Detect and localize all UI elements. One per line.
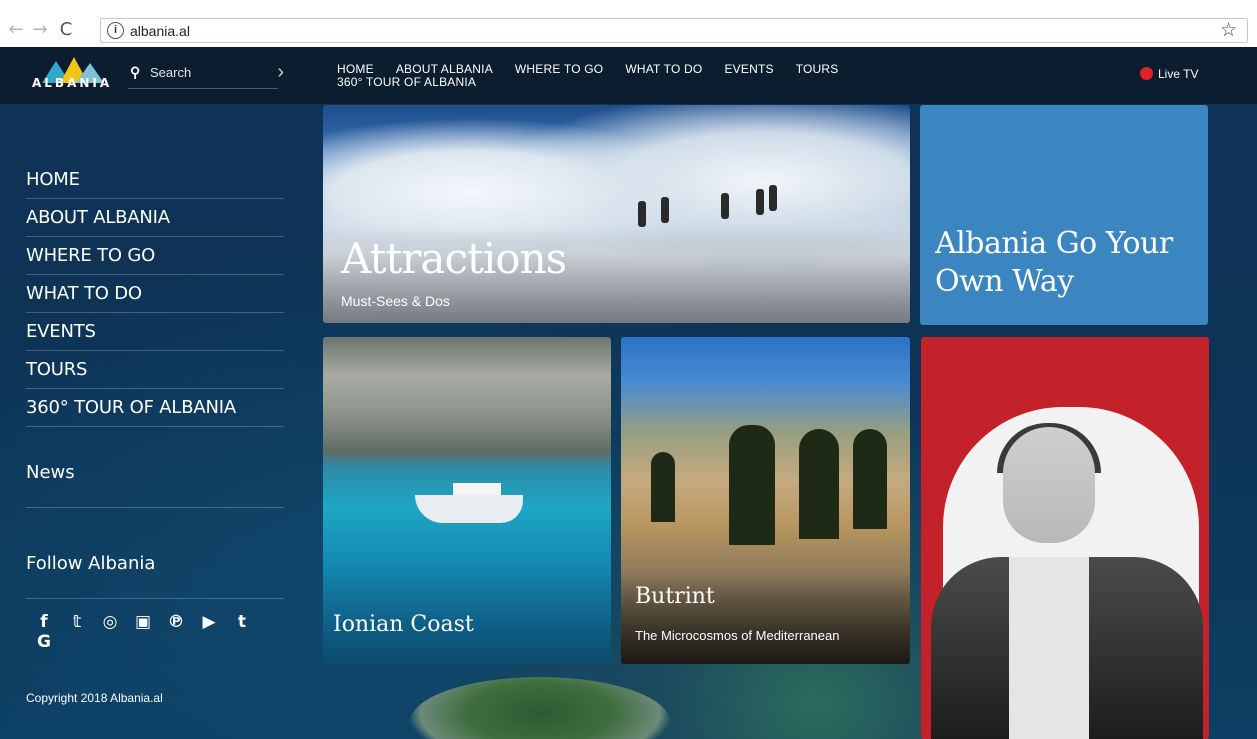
pinterest-icon[interactable]: ℗ <box>164 612 188 632</box>
copyright-text: Copyright 2018 Albania.al <box>26 691 163 705</box>
follow-heading: Follow Albania <box>26 553 284 599</box>
search-input[interactable]: ⚲ Search › <box>128 61 284 89</box>
albania-logo[interactable]: ALBANIA <box>32 57 124 95</box>
ruin-arch <box>799 429 839 539</box>
attractions-subtitle: Must-Sees & Dos <box>341 293 450 309</box>
browser-toolbar: ← → C i albania.al ☆ <box>0 14 1257 47</box>
topnav-what[interactable]: WHAT TO DO <box>625 62 702 76</box>
attractions-title: Attractions <box>341 234 567 283</box>
page-content: ALBANIA ⚲ Search › HOME ABOUT ALBANIA WHER… <box>0 47 1257 739</box>
attractions-tile[interactable]: Attractions Must-Sees & Dos <box>323 105 910 323</box>
live-dot-icon <box>1140 67 1153 80</box>
facebook-icon[interactable]: f <box>32 612 56 632</box>
topnav-events[interactable]: EVENTS <box>724 62 773 76</box>
portrait-face <box>1003 427 1095 543</box>
ionian-coast-title: Ionian Coast <box>333 612 474 637</box>
climber-figure <box>661 197 669 223</box>
topnav-360-tour[interactable]: 360° TOUR OF ALBANIA <box>337 76 476 89</box>
bookmark-star-icon[interactable]: ☆ <box>1220 19 1237 43</box>
sidebar-item-events[interactable]: EVENTS <box>26 313 284 351</box>
sidebar-item-about[interactable]: ABOUT ALBANIA <box>26 199 284 237</box>
climber-figure <box>756 189 764 215</box>
live-tv-link[interactable]: Live TV <box>1140 67 1198 81</box>
butrint-subtitle: The Microcosmos of Mediterranean <box>635 628 840 643</box>
news-link[interactable]: News <box>26 462 284 508</box>
ruin-arch <box>853 429 887 529</box>
browser-topline <box>0 0 1257 8</box>
topnav-about[interactable]: ABOUT ALBANIA <box>396 62 493 76</box>
url-text[interactable]: albania.al <box>130 23 190 39</box>
info-icon[interactable]: i <box>107 22 124 39</box>
ruin-arch <box>729 425 775 545</box>
sidebar-item-home[interactable]: HOME <box>26 161 284 199</box>
address-bar[interactable]: i albania.al ☆ <box>100 18 1248 43</box>
climber-figure <box>721 193 729 219</box>
ruin-arch <box>651 452 675 522</box>
logo-text: ALBANIA <box>32 76 113 90</box>
butrint-tile[interactable]: Butrint The Microcosmos of Mediterranean <box>621 337 910 664</box>
search-label: Search <box>150 65 192 80</box>
live-tv-label: Live TV <box>1158 67 1199 81</box>
top-nav: HOME ABOUT ALBANIA WHERE TO GO WHAT TO DO EV… <box>337 62 897 89</box>
ionian-coast-tile[interactable]: Ionian Coast <box>323 337 611 664</box>
portrait-tile[interactable] <box>921 337 1209 739</box>
topnav-where[interactable]: WHERE TO GO <box>515 62 603 76</box>
sidebar-item-360-tour[interactable]: 360° TOUR OF ALBANIA <box>26 389 284 427</box>
twitter-icon[interactable]: 𝕥 <box>65 612 89 632</box>
reload-button[interactable]: C <box>56 16 76 44</box>
top-bar: ALBANIA ⚲ Search › HOME ABOUT ALBANIA WHER… <box>0 47 1257 104</box>
butrint-title: Butrint <box>635 584 715 609</box>
climber-figure <box>638 201 646 227</box>
search-arrow-icon[interactable]: › <box>277 61 284 84</box>
promo-title: Albania Go Your Own Way <box>935 226 1173 299</box>
portrait-shirt <box>1009 557 1089 739</box>
climber-figure <box>769 185 777 211</box>
browser-chrome: ← → C i albania.al ☆ <box>0 0 1257 47</box>
topnav-home[interactable]: HOME <box>337 62 374 76</box>
tumblr-icon[interactable]: t <box>230 612 254 632</box>
boat-hull <box>415 495 523 523</box>
instagram-icon[interactable]: ◎ <box>98 612 122 632</box>
island-decor <box>410 677 670 739</box>
youtube-icon[interactable]: ▶ <box>197 612 221 632</box>
google-icon[interactable]: G <box>32 632 56 652</box>
sidebar-item-what[interactable]: WHAT TO DO <box>26 275 284 313</box>
sidebar-item-tours[interactable]: TOURS <box>26 351 284 389</box>
back-button[interactable]: ← <box>6 16 26 44</box>
sidebar-nav: HOME ABOUT ALBANIA WHERE TO GO WHAT TO D… <box>26 161 284 427</box>
search-icon: ⚲ <box>130 64 141 80</box>
forward-button[interactable]: → <box>30 16 50 44</box>
topnav-tours[interactable]: TOURS <box>796 62 839 76</box>
promo-tile[interactable]: Albania Go Your Own Way <box>920 105 1208 325</box>
flickr-icon[interactable]: ▣ <box>131 612 155 632</box>
social-icons: f 𝕥 ◎ ▣ ℗ ▶ t G <box>32 612 282 652</box>
sidebar-item-where[interactable]: WHERE TO GO <box>26 237 284 275</box>
